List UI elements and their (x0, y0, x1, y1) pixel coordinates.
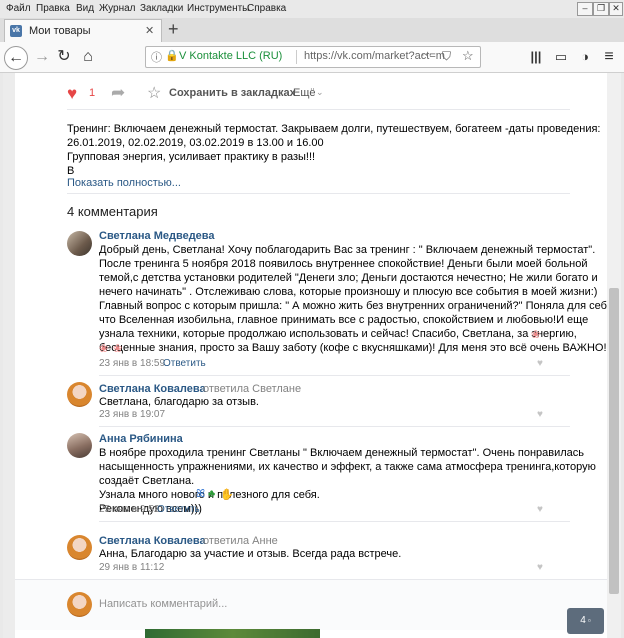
comment-like-icon[interactable]: ♥ (537, 505, 546, 515)
comment-line: темой,с детства установки родителей "Ден… (99, 272, 598, 284)
comment-line: что Вселенная изобильна, главное принима… (99, 314, 589, 326)
like-heart-icon[interactable]: ♥ (67, 84, 77, 104)
divider (67, 193, 570, 194)
reply-to-label: ответила Анне (203, 535, 278, 547)
comment-date[interactable]: 25 янв в 9:52 (99, 504, 159, 515)
reply-to-label: ответила Светлане (203, 383, 302, 395)
thumbs-up-emoji-icon: ✋ (220, 489, 234, 501)
show-more-link[interactable]: Показать полностью... (67, 177, 181, 189)
maximize-icon[interactable]: ❐ (593, 2, 609, 16)
comment-date[interactable]: 23 янв в 19:07 (99, 409, 165, 420)
comment-like-icon[interactable]: ♥ (537, 359, 546, 369)
lock-icon: 🔒 (165, 50, 179, 62)
comment-line: насыщенность упражнениями, их качество и… (99, 461, 596, 473)
comment-date[interactable]: 29 янв в 11:12 (99, 562, 164, 573)
like-count: 1 (89, 87, 96, 99)
clover-emoji-icon: ♣ (208, 488, 216, 500)
comment-line: Добрый день, Светлана! Хочу поблагодарит… (99, 244, 596, 256)
avatar[interactable] (67, 231, 92, 256)
avatar[interactable] (67, 535, 92, 560)
star-bookmark-icon[interactable]: ☆ (462, 48, 474, 64)
comments-header: 4 комментария (67, 204, 158, 219)
divider (99, 426, 570, 427)
reload-button[interactable]: ↻ (53, 47, 75, 67)
comment-author[interactable]: Светлана Ковалева (99, 535, 206, 547)
menu-edit[interactable]: Правка (36, 3, 70, 14)
comment-line: бесценные знания, просто за Вашу заботу … (99, 342, 607, 354)
comment-author[interactable]: Светлана Медведева (99, 230, 215, 242)
close-window-icon[interactable]: ✕ (609, 2, 623, 16)
comment-like-icon[interactable]: ♥ (537, 410, 546, 420)
comment-author[interactable]: Светлана Ковалева (99, 383, 206, 395)
comments-count-badge[interactable]: 4 ▫ (567, 608, 604, 634)
flower-emoji-icon: ❀ (99, 343, 109, 355)
chevron-down-icon: ⌄ (316, 87, 324, 97)
menu-bookmarks[interactable]: Закладки (140, 3, 183, 14)
more-button[interactable]: Ещё (293, 87, 316, 99)
tab-my-goods[interactable]: vk Мои товары ✕ (4, 19, 162, 43)
vk-favicon-icon: vk (10, 25, 22, 37)
product-image-peek (145, 629, 320, 638)
info-icon[interactable]: ⓘ (151, 49, 162, 65)
share-icon[interactable]: ➦ (111, 83, 125, 103)
description-line: 26.01.2019, 02.02.2019, 03.02.2019 в 13.… (67, 137, 324, 149)
bookmark-button[interactable]: Сохранить в закладках (169, 87, 296, 99)
avatar[interactable] (67, 433, 92, 458)
comment-line: Главный вопрос с которым пришла: " А мож… (99, 300, 616, 312)
comment-line: В ноябре проходила тренинг Светланы " Вк… (99, 447, 585, 459)
comment-bubble-icon: ▫ (587, 616, 591, 625)
comment-line: После тренинга 5 ноября 2018 появилось в… (99, 258, 588, 270)
menu-help[interactable]: Справка (247, 3, 286, 14)
pocket-icon[interactable]: ⛉ (442, 49, 451, 64)
flower-emoji-icon: ❀ (531, 329, 541, 341)
divider (67, 109, 570, 110)
description-line: Групповая энергия, усиливает практику в … (67, 151, 316, 163)
comment-input[interactable]: Написать комментарий... (99, 598, 227, 610)
comment-line: создаёт Светлана. (99, 475, 195, 487)
divider (99, 521, 570, 522)
page-actions-button[interactable]: ··· (421, 49, 432, 61)
site-identity[interactable]: V Kontakte LLC (RU) (179, 50, 282, 62)
comment-date[interactable]: 23 янв в 18:59 (99, 358, 165, 369)
description-line: В (67, 165, 75, 177)
reply-button[interactable]: Ответить (157, 504, 200, 515)
forward-button[interactable]: → (31, 47, 53, 67)
avatar (67, 592, 92, 617)
description-line: Тренинг: Включаем денежный термостат. За… (67, 123, 601, 135)
comment-line: Узнала много нового и полезного для себя… (99, 489, 320, 501)
avatar[interactable] (67, 382, 92, 407)
sidebar-icon[interactable]: ▭ (550, 47, 572, 67)
menu-tools[interactable]: Инструменты (187, 3, 249, 14)
comment-like-icon[interactable]: ♥ (537, 563, 546, 573)
reply-button[interactable]: Ответить (163, 358, 206, 369)
divider (99, 375, 570, 376)
back-button[interactable]: ← (4, 46, 28, 70)
menu-history[interactable]: Журнал (99, 3, 136, 14)
url-bar[interactable]: ⓘ 🔒 V Kontakte LLC (RU) https://vk.com/m… (145, 46, 481, 68)
scrollbar-thumb[interactable] (609, 288, 619, 594)
new-tab-button[interactable]: + (168, 19, 179, 40)
home-button[interactable]: ⌂ (77, 47, 99, 67)
url-divider (296, 50, 297, 64)
butterfly-emoji-icon: ꕤ (196, 488, 206, 500)
library-icon[interactable]: ||| (525, 47, 547, 67)
comment-text: Светлана, благодарю за отзыв. (99, 396, 259, 408)
minimize-icon[interactable]: – (577, 2, 593, 16)
comment-line: нечего начинать" . Отслеживаю слова, кот… (99, 286, 598, 298)
product-card: ♥ 1 ➦ ☆ Сохранить в закладках Ещё ⌄ Трен… (15, 73, 616, 638)
menu-view[interactable]: Вид (76, 3, 94, 14)
menu-file[interactable]: Файл (6, 3, 31, 14)
comment-form: Написать комментарий... (15, 579, 607, 630)
addon-icon[interactable]: ◑ (574, 47, 596, 67)
comment-author[interactable]: Анна Рябинина (99, 433, 183, 445)
comment-text: Анна, Благодарю за участие и отзыв. Всег… (99, 548, 402, 560)
badge-count: 4 (580, 615, 586, 626)
close-tab-icon[interactable]: ✕ (145, 24, 154, 37)
tab-title: Мои товары (29, 25, 91, 37)
menu-hamburger-icon[interactable]: ≡ (598, 47, 620, 67)
bookmark-star-icon[interactable]: ☆ (147, 83, 161, 103)
menu-bar: Файл Правка Вид Журнал Закладки Инструме… (0, 0, 624, 18)
description-text: Тренинг: Включаем денежный термостат. За… (67, 122, 600, 178)
flower-emoji-icon: ❀ (113, 343, 123, 355)
